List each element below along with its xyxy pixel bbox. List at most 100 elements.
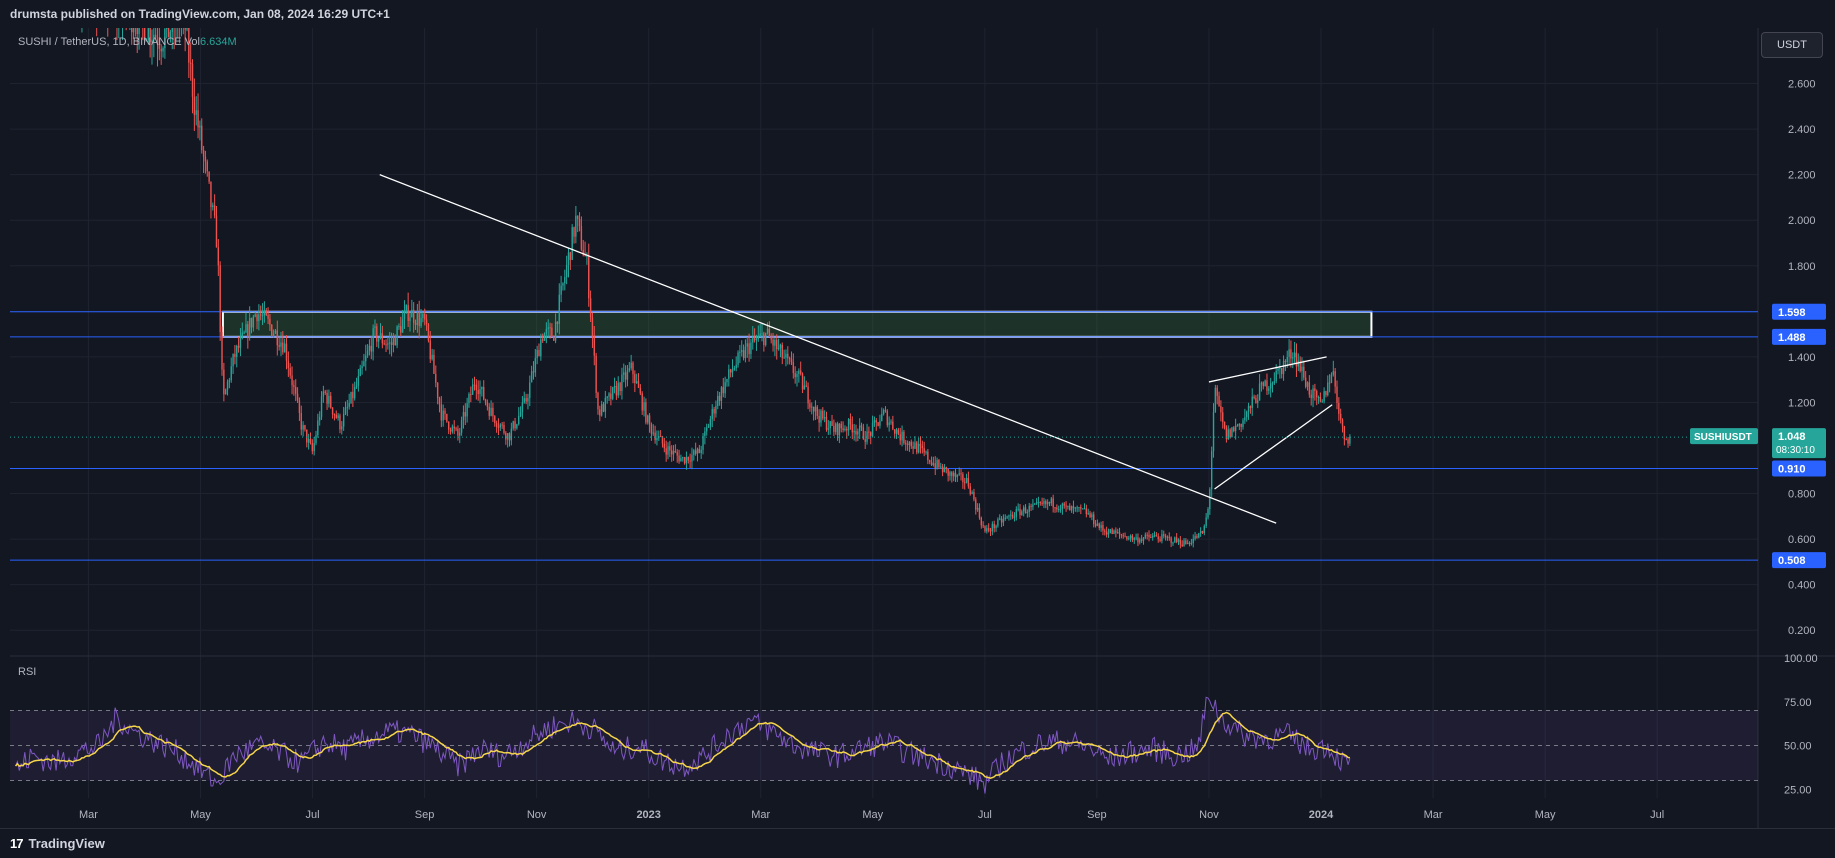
candle-body bbox=[217, 247, 220, 266]
candle-body bbox=[1338, 402, 1340, 414]
candle-body bbox=[964, 482, 966, 484]
candle-body bbox=[903, 431, 905, 444]
time-tick-label: 2024 bbox=[1309, 809, 1334, 821]
candle-body bbox=[1325, 391, 1327, 395]
candle-body bbox=[470, 394, 472, 396]
time-tick-label: Jul bbox=[978, 809, 992, 821]
candle-body bbox=[318, 416, 321, 421]
candle-body bbox=[394, 337, 396, 346]
candle-body bbox=[1210, 451, 1213, 490]
candle-body bbox=[530, 371, 533, 383]
candle-body bbox=[683, 457, 686, 464]
candle-body bbox=[742, 350, 745, 359]
candle-body bbox=[956, 474, 959, 478]
candle-body bbox=[186, 25, 188, 30]
candle-body bbox=[589, 298, 592, 318]
candle-body bbox=[997, 519, 999, 526]
candle-body bbox=[1177, 539, 1180, 542]
candle-body bbox=[311, 442, 314, 452]
candle-body bbox=[849, 418, 852, 425]
candle-body bbox=[820, 410, 822, 423]
candle-body bbox=[927, 451, 929, 461]
candle-body bbox=[313, 443, 315, 452]
candle-body bbox=[532, 371, 535, 373]
candle-body bbox=[1323, 391, 1325, 402]
candle-body bbox=[726, 378, 728, 383]
candle-body bbox=[1345, 439, 1347, 441]
candle-body bbox=[910, 441, 912, 447]
candle-body bbox=[228, 380, 231, 382]
candle-body bbox=[1292, 357, 1294, 359]
candle-body bbox=[941, 466, 944, 473]
candle-body bbox=[293, 385, 295, 388]
candle-body bbox=[494, 416, 496, 424]
candle-body bbox=[1187, 542, 1189, 545]
candle-body bbox=[309, 438, 312, 443]
candle-body bbox=[634, 374, 636, 383]
candle-body bbox=[766, 328, 769, 333]
candle-body bbox=[243, 332, 245, 334]
candle-body bbox=[1063, 503, 1065, 506]
candle-body bbox=[1140, 539, 1143, 541]
chart-svg[interactable]: 2.6002.4002.2002.0001.8001.6001.4001.200… bbox=[10, 0, 1835, 828]
candle-body bbox=[682, 457, 684, 459]
volume-label: Vol bbox=[184, 36, 200, 48]
price-tick-label: 0.400 bbox=[1788, 580, 1816, 592]
tradingview-brand[interactable]: 17 TradingView bbox=[10, 836, 105, 851]
candle-body bbox=[1269, 383, 1272, 389]
candle-body bbox=[512, 421, 514, 429]
price-tick-label: 0.800 bbox=[1788, 489, 1816, 501]
trendline[interactable] bbox=[379, 174, 1277, 524]
candle-body bbox=[331, 407, 334, 415]
candle-body bbox=[287, 360, 290, 369]
candle-body bbox=[1022, 507, 1025, 512]
candle-body bbox=[326, 392, 328, 404]
candle-body bbox=[392, 337, 395, 345]
candle-body bbox=[1043, 501, 1045, 504]
candle-body bbox=[746, 343, 748, 347]
candle-body bbox=[707, 426, 710, 428]
symbol-label: SUSHI / TetherUS, 1D, BINANCE bbox=[18, 36, 182, 48]
candle-body bbox=[835, 423, 837, 432]
candle-body bbox=[728, 369, 730, 379]
candle-body bbox=[1332, 371, 1335, 375]
candle-body bbox=[221, 332, 223, 370]
candle-body bbox=[545, 328, 548, 334]
candle-body bbox=[553, 336, 555, 341]
candle-body bbox=[790, 359, 793, 363]
candle-body bbox=[302, 425, 304, 430]
candle-body bbox=[342, 413, 345, 427]
candle-body bbox=[573, 227, 575, 237]
candle-body bbox=[1293, 352, 1296, 358]
candle-body bbox=[877, 422, 879, 426]
trendline[interactable] bbox=[1214, 404, 1333, 490]
resistance-zone[interactable] bbox=[221, 310, 1373, 338]
candle-body bbox=[1236, 425, 1239, 427]
candle-body bbox=[656, 438, 658, 441]
candle-body bbox=[1308, 382, 1311, 395]
candle-body bbox=[468, 394, 470, 404]
candle-body bbox=[1142, 537, 1145, 541]
candle-body bbox=[521, 402, 524, 413]
price-tick-label: 0.600 bbox=[1788, 534, 1816, 546]
candle-body bbox=[510, 428, 513, 441]
candle-body bbox=[1126, 536, 1128, 540]
candle-body bbox=[811, 406, 813, 408]
candle-body bbox=[846, 428, 848, 431]
candle-body bbox=[488, 406, 490, 416]
candle-body bbox=[973, 492, 975, 500]
currency-button[interactable]: USDT bbox=[1761, 32, 1823, 58]
candle-body bbox=[1207, 509, 1209, 518]
candle-body bbox=[1281, 368, 1283, 374]
candle-body bbox=[1330, 374, 1333, 383]
chart-area[interactable]: 2.6002.4002.2002.0001.8001.6001.4001.200… bbox=[10, 0, 1835, 828]
candle-body bbox=[739, 351, 741, 353]
candle-body bbox=[759, 333, 761, 337]
candle-body bbox=[307, 438, 310, 443]
candle-body bbox=[377, 338, 380, 342]
candle-body bbox=[499, 424, 501, 428]
candle-body bbox=[271, 324, 273, 336]
candle-body bbox=[429, 340, 431, 360]
candle-body bbox=[1041, 502, 1043, 504]
candle-body bbox=[575, 215, 577, 237]
